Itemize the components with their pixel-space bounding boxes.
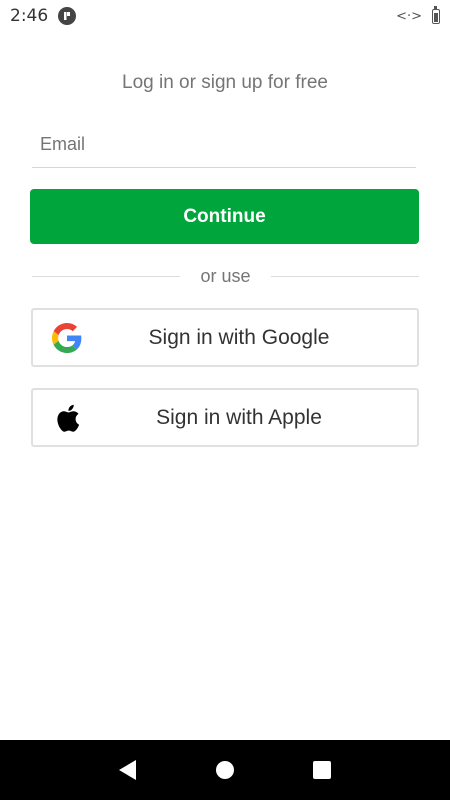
status-left: 2:46 bbox=[10, 6, 77, 26]
apple-sign-in-label: Sign in with Apple bbox=[156, 405, 322, 429]
divider-line-right bbox=[270, 275, 419, 277]
system-nav-bar bbox=[0, 740, 450, 800]
divider-line-left bbox=[32, 275, 181, 277]
recents-square-icon[interactable] bbox=[307, 755, 337, 785]
status-time: 2:46 bbox=[10, 6, 49, 26]
home-circle-icon[interactable] bbox=[210, 755, 240, 785]
divider: or use bbox=[32, 264, 419, 288]
google-logo-icon bbox=[51, 322, 83, 354]
email-field[interactable] bbox=[32, 122, 416, 168]
apple-sign-in-button[interactable]: Sign in with Apple bbox=[31, 388, 419, 447]
back-triangle-icon[interactable] bbox=[113, 755, 143, 785]
battery-icon bbox=[432, 5, 440, 24]
data-sync-icon: <·> bbox=[396, 8, 422, 24]
apple-logo-icon bbox=[51, 402, 83, 434]
divider-text: or use bbox=[200, 265, 251, 286]
google-sign-in-button[interactable]: Sign in with Google bbox=[31, 308, 419, 367]
status-right: <·> bbox=[396, 5, 440, 24]
page-title: Log in or sign up for free bbox=[122, 72, 328, 93]
continue-button[interactable]: Continue bbox=[30, 189, 419, 244]
status-bar: 2:46 <·> bbox=[0, 0, 450, 32]
google-sign-in-label: Sign in with Google bbox=[148, 325, 330, 349]
app-notification-icon bbox=[58, 7, 77, 25]
